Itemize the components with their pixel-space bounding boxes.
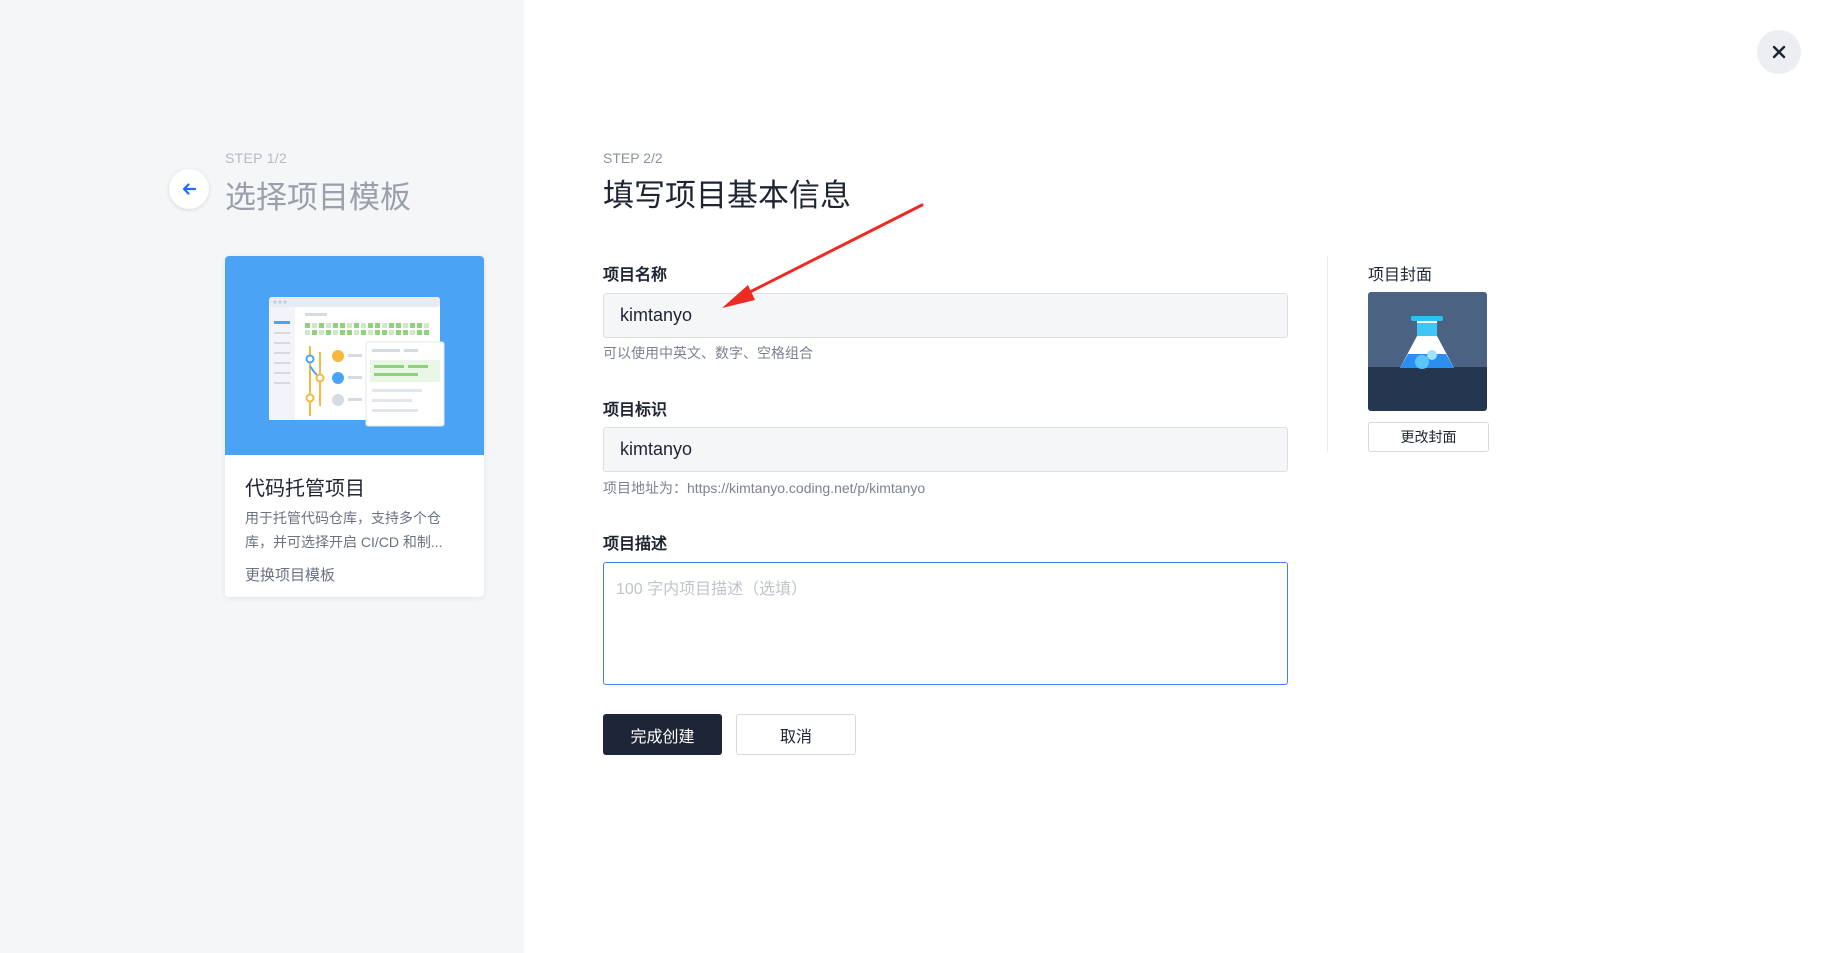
- divider: [1327, 256, 1328, 452]
- back-button[interactable]: [169, 169, 209, 209]
- step2-title: 填写项目基本信息: [603, 178, 851, 213]
- create-project-page: STEP 1/2 选择项目模板 代码托管项目 用于托管代码仓库，支持多个仓库，并…: [0, 0, 1827, 953]
- close-icon: [1772, 45, 1786, 59]
- template-title: 代码托管项目: [245, 478, 365, 500]
- change-cover-button[interactable]: 更改封面: [1368, 422, 1489, 452]
- step1-label: STEP 1/2: [225, 150, 288, 166]
- project-address-hint: 项目地址为：https://kimtanyo.coding.net/p/kimt…: [603, 480, 926, 496]
- project-cover-label: 项目封面: [1368, 267, 1433, 284]
- project-name-label: 项目名称: [603, 267, 668, 284]
- project-id-label: 项目标识: [603, 402, 668, 419]
- arrow-left-icon: [182, 183, 197, 195]
- step1-title: 选择项目模板: [225, 180, 411, 215]
- template-description: 用于托管代码仓库，支持多个仓库，并可选择开启 CI/CD 和制...: [245, 510, 443, 550]
- close-button[interactable]: [1757, 30, 1801, 74]
- step2-label: STEP 2/2: [603, 150, 663, 166]
- template-card[interactable]: 代码托管项目 用于托管代码仓库，支持多个仓库，并可选择开启 CI/CD 和制..…: [225, 256, 484, 597]
- project-cover-image[interactable]: [1368, 292, 1487, 411]
- project-description-label: 项目描述: [603, 536, 668, 553]
- change-template-link[interactable]: 更换项目模板: [245, 564, 335, 585]
- template-illustration: [225, 256, 484, 455]
- project-id-input[interactable]: [603, 427, 1288, 472]
- project-name-hint: 可以使用中英文、数字、空格组合: [603, 345, 813, 361]
- project-description-textarea[interactable]: [603, 562, 1288, 685]
- finish-create-button[interactable]: 完成创建: [603, 714, 722, 755]
- left-panel: STEP 1/2 选择项目模板 代码托管项目 用于托管代码仓库，支持多个仓库，并…: [0, 0, 524, 953]
- project-name-input[interactable]: [603, 293, 1288, 338]
- cancel-button[interactable]: 取消: [736, 714, 856, 755]
